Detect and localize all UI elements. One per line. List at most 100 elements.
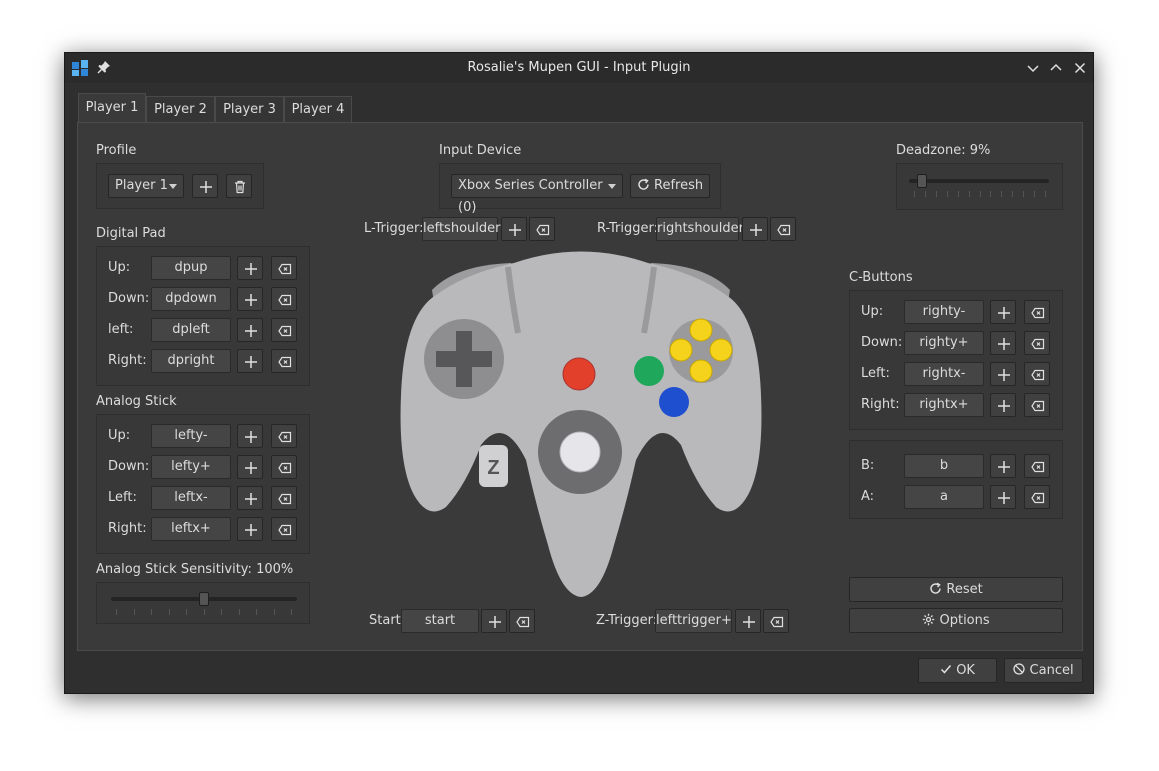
dpad-up-clear-button[interactable] xyxy=(271,256,297,280)
c-right-field[interactable]: rightx+ xyxy=(904,393,984,417)
analog-left-field[interactable]: leftx- xyxy=(151,486,231,510)
a-clear-button[interactable] xyxy=(1024,485,1050,509)
analog-up-clear-button[interactable] xyxy=(271,424,297,448)
dpad-left-add-button[interactable] xyxy=(237,318,263,342)
delete-profile-button[interactable] xyxy=(226,174,252,198)
b-clear-button[interactable] xyxy=(1024,454,1050,478)
profile-select[interactable]: Player 1 xyxy=(108,174,184,198)
plus-icon xyxy=(743,616,755,628)
plus-icon xyxy=(245,325,257,337)
ok-button[interactable]: OK xyxy=(918,658,997,683)
sensitivity-slider-handle[interactable] xyxy=(199,592,209,606)
analog-up-add-button[interactable] xyxy=(237,424,263,448)
clear-icon xyxy=(278,356,292,368)
plus-icon xyxy=(998,461,1010,473)
dpad-left-field[interactable]: dpleft xyxy=(151,318,231,342)
c-down-field[interactable]: righty+ xyxy=(904,331,984,355)
start-add-button[interactable] xyxy=(481,609,507,633)
profile-label: Profile xyxy=(96,143,137,158)
input-device-select[interactable]: Xbox Series Controller (0) xyxy=(451,174,623,215)
start-clear-button[interactable] xyxy=(509,609,535,633)
start-field[interactable]: start xyxy=(401,609,479,633)
a-field[interactable]: a xyxy=(904,485,984,509)
analog-up-field[interactable]: lefty- xyxy=(151,424,231,448)
sensitivity-label: Analog Stick Sensitivity: 100% xyxy=(96,562,294,577)
dpad-right-field[interactable]: dpright xyxy=(151,349,231,373)
slider-tick xyxy=(273,609,275,615)
dpad-down-field[interactable]: dpdown xyxy=(151,287,231,311)
input-device-group: Xbox Series Controller (0) Refresh xyxy=(439,163,721,215)
reset-button[interactable]: Reset xyxy=(849,577,1063,602)
analog-right-clear-button[interactable] xyxy=(271,517,297,541)
c-up-field[interactable]: righty- xyxy=(904,300,984,324)
c-up-button xyxy=(689,318,713,342)
cancel-button[interactable]: Cancel xyxy=(1004,658,1083,683)
deadzone-track xyxy=(909,179,1049,183)
refresh-button[interactable]: Refresh xyxy=(630,174,710,198)
slider-tick xyxy=(1023,191,1025,197)
trash-icon xyxy=(235,180,245,194)
slider-tick xyxy=(116,609,117,615)
r-trigger-field[interactable]: rightshoulder xyxy=(656,217,744,241)
analog-up-label: Up: xyxy=(108,428,131,443)
a-add-button[interactable] xyxy=(990,485,1016,509)
slider-tick xyxy=(935,191,937,197)
l-trigger-label: L-Trigger: xyxy=(364,221,424,236)
dpad-left-clear-button[interactable] xyxy=(271,318,297,342)
c-right-clear-button[interactable] xyxy=(1024,393,1050,417)
tab-player-2[interactable]: Player 2 xyxy=(146,96,215,122)
c-up-clear-button[interactable] xyxy=(1024,300,1050,324)
c-left-clear-button[interactable] xyxy=(1024,362,1050,386)
analog-down-add-button[interactable] xyxy=(237,455,263,479)
close-icon[interactable] xyxy=(1072,60,1088,76)
start-button xyxy=(562,357,596,391)
dpad-down-clear-button[interactable] xyxy=(271,287,297,311)
analog-stick-group: Up: lefty- Down: lefty+ Left: leftx- Rig… xyxy=(96,414,310,554)
l-trigger-field[interactable]: leftshoulder xyxy=(422,217,500,241)
c-right-add-button[interactable] xyxy=(990,393,1016,417)
analog-right-add-button[interactable] xyxy=(237,517,263,541)
c-up-add-button[interactable] xyxy=(990,300,1016,324)
analog-right-field[interactable]: leftx+ xyxy=(151,517,231,541)
r-trigger-clear-button[interactable] xyxy=(770,217,796,241)
add-profile-button[interactable] xyxy=(192,174,218,198)
z-trigger-clear-button[interactable] xyxy=(763,609,789,633)
z-trigger-field[interactable]: lefttrigger+ xyxy=(655,609,732,633)
analog-left-clear-button[interactable] xyxy=(271,486,297,510)
deadzone-slider-handle[interactable] xyxy=(916,174,927,188)
l-trigger-clear-button[interactable] xyxy=(529,217,555,241)
z-trigger-add-button[interactable] xyxy=(735,609,761,633)
dpad-right-add-button[interactable] xyxy=(237,349,263,373)
tab-player-3[interactable]: Player 3 xyxy=(215,96,284,122)
analog-down-field[interactable]: lefty+ xyxy=(151,455,231,479)
r-trigger-add-button[interactable] xyxy=(742,217,768,241)
profile-select-value: Player 1 xyxy=(115,178,168,193)
analog-down-clear-button[interactable] xyxy=(271,455,297,479)
dpad-up-field[interactable]: dpup xyxy=(151,256,231,280)
digital-pad-group: Up: dpup Down: dpdown left: dpleft Right… xyxy=(96,246,310,386)
minimize-icon[interactable] xyxy=(1025,60,1041,76)
dpad-up-label: Up: xyxy=(108,260,131,275)
deadzone-ticks xyxy=(914,191,1046,197)
plus-icon xyxy=(998,338,1010,350)
c-left-add-button[interactable] xyxy=(990,362,1016,386)
c-down-clear-button[interactable] xyxy=(1024,331,1050,355)
tab-player-4[interactable]: Player 4 xyxy=(284,96,352,122)
chevron-down-icon xyxy=(608,184,616,189)
clear-icon xyxy=(1031,461,1045,473)
maximize-icon[interactable] xyxy=(1048,60,1064,76)
analog-down-label: Down: xyxy=(108,459,150,474)
dpad-down-add-button[interactable] xyxy=(237,287,263,311)
c-down-add-button[interactable] xyxy=(990,331,1016,355)
b-add-button[interactable] xyxy=(990,454,1016,478)
c-left-field[interactable]: rightx- xyxy=(904,362,984,386)
l-trigger-add-button[interactable] xyxy=(501,217,527,241)
analog-left-add-button[interactable] xyxy=(237,486,263,510)
deadzone-group xyxy=(896,163,1063,210)
options-button[interactable]: Options xyxy=(849,608,1063,633)
dpad-right-clear-button[interactable] xyxy=(271,349,297,373)
slider-tick xyxy=(238,609,240,615)
b-field[interactable]: b xyxy=(904,454,984,478)
dpad-up-add-button[interactable] xyxy=(237,256,263,280)
tab-player-1[interactable]: Player 1 xyxy=(78,93,146,123)
